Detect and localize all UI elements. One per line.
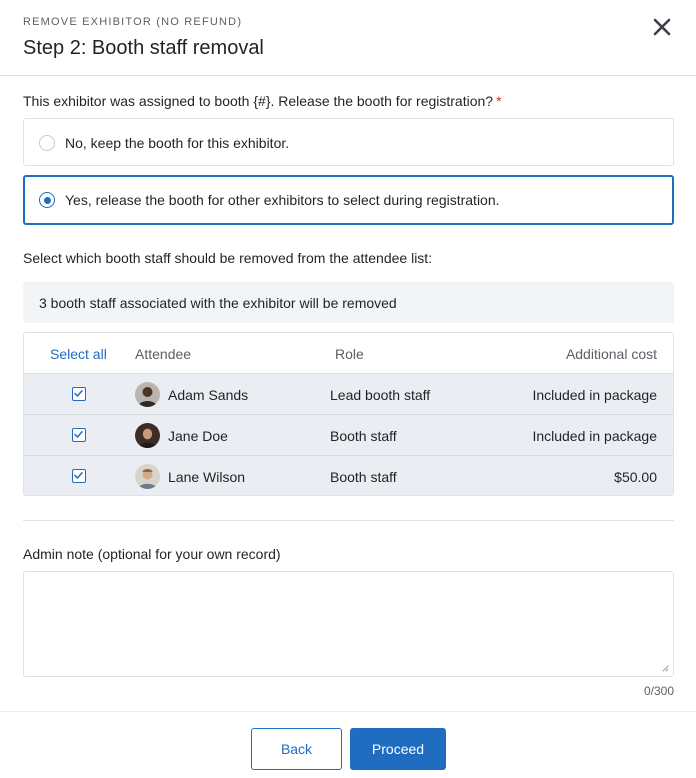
checkbox-checked-icon: [74, 390, 83, 397]
attendee-role: Booth staff: [330, 469, 397, 485]
booth-staff-table: Select all Attendee Role Additional cost…: [23, 332, 674, 496]
row-checkbox[interactable]: [72, 428, 86, 442]
booth-release-question: This exhibitor was assigned to booth {#}…: [23, 93, 502, 109]
table-row: Adam Sands Lead booth staff Included in …: [24, 374, 673, 415]
select-all-link[interactable]: Select all: [50, 346, 107, 362]
option-keep-booth-label: No, keep the booth for this exhibitor.: [65, 135, 290, 151]
booth-release-question-text: This exhibitor was assigned to booth {#}…: [23, 93, 494, 109]
column-header-role: Role: [335, 346, 364, 362]
back-button[interactable]: Back: [251, 728, 342, 770]
option-release-booth-label: Yes, release the booth for other exhibit…: [65, 192, 500, 208]
removal-notice-text: 3 booth staff associated with the exhibi…: [39, 295, 397, 311]
section-divider: [23, 520, 674, 521]
required-mark: *: [496, 93, 502, 109]
avatar: [135, 423, 160, 448]
admin-note-label: Admin note (optional for your own record…: [23, 546, 281, 562]
attendee-name: Lane Wilson: [168, 469, 246, 485]
attendee-name: Jane Doe: [168, 428, 228, 444]
option-keep-booth[interactable]: No, keep the booth for this exhibitor.: [23, 118, 674, 166]
attendee-cost: Included in package: [532, 428, 657, 444]
radio-release-booth[interactable]: [39, 192, 55, 208]
dialog-footer: Back Proceed: [0, 711, 696, 778]
column-header-attendee: Attendee: [135, 346, 192, 362]
column-header-additional-cost: Additional cost: [565, 346, 657, 362]
avatar: [135, 382, 160, 407]
removal-notice: 3 booth staff associated with the exhibi…: [23, 282, 674, 323]
checkbox-checked-icon: [74, 472, 83, 479]
close-button[interactable]: [650, 15, 674, 39]
dialog-title: Step 2: Booth staff removal: [23, 37, 264, 59]
table-row: Lane Wilson Booth staff $50.00: [24, 456, 673, 495]
table-header: Select all Attendee Role Additional cost: [24, 333, 673, 374]
radio-keep-booth[interactable]: [39, 135, 55, 151]
table-row: Jane Doe Booth staff Included in package: [24, 415, 673, 456]
avatar: [135, 464, 160, 489]
character-counter: 0/300: [643, 684, 674, 698]
dialog-eyebrow: REMOVE EXHIBITOR (NO REFUND): [23, 16, 243, 28]
staff-section-label: Select which booth staff should be remov…: [23, 250, 433, 266]
admin-note-textarea[interactable]: [23, 571, 674, 677]
attendee-name: Adam Sands: [168, 387, 249, 403]
option-release-booth[interactable]: Yes, release the booth for other exhibit…: [23, 175, 674, 225]
row-checkbox[interactable]: [72, 469, 86, 483]
attendee-role: Booth staff: [330, 428, 397, 444]
checkbox-checked-icon: [74, 431, 83, 438]
close-icon: [653, 18, 671, 36]
row-checkbox[interactable]: [72, 387, 86, 401]
attendee-cost: Included in package: [532, 387, 657, 403]
attendee-cost: $50.00: [614, 469, 657, 485]
attendee-role: Lead booth staff: [330, 387, 431, 403]
proceed-button[interactable]: Proceed: [350, 728, 446, 770]
dialog-header: REMOVE EXHIBITOR (NO REFUND) Step 2: Boo…: [0, 0, 696, 76]
